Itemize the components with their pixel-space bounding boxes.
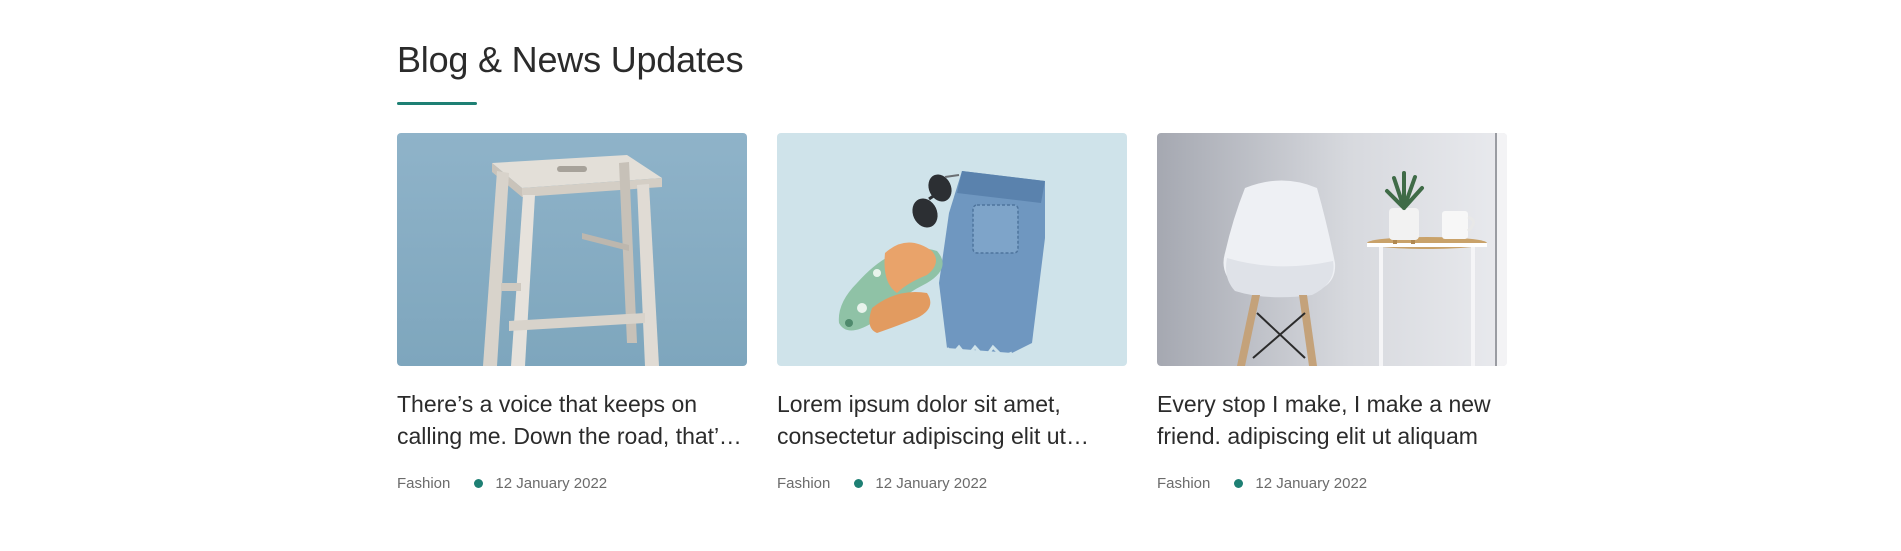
post-image-denim[interactable]	[777, 133, 1127, 366]
post-meta: Fashion 12 January 2022	[397, 475, 747, 492]
post-category[interactable]: Fashion	[397, 475, 450, 492]
post-category[interactable]: Fashion	[1157, 475, 1210, 492]
post-card: Every stop I make, I make a new friend. …	[1157, 133, 1507, 492]
post-meta: Fashion 12 January 2022	[1157, 475, 1507, 492]
post-title[interactable]: Lorem ipsum dolor sit amet, consectetur …	[777, 388, 1127, 452]
post-meta: Fashion 12 January 2022	[777, 475, 1127, 492]
post-image-chair[interactable]	[1157, 133, 1507, 366]
post-card: Lorem ipsum dolor sit amet, consectetur …	[777, 133, 1127, 492]
post-title[interactable]: There’s a voice that keeps on calling me…	[397, 388, 747, 452]
title-underline	[397, 102, 477, 105]
white-chair-image	[1157, 133, 1507, 366]
post-date: 12 January 2022	[1255, 475, 1368, 492]
post-title[interactable]: Every stop I make, I make a new friend. …	[1157, 388, 1507, 452]
post-date: 12 January 2022	[495, 475, 608, 492]
post-date: 12 January 2022	[875, 475, 988, 492]
section-title: Blog & News Updates	[397, 39, 744, 80]
meta-dot-icon	[1234, 479, 1244, 488]
stool-image	[397, 133, 747, 366]
post-category[interactable]: Fashion	[777, 475, 830, 492]
post-card: There’s a voice that keeps on calling me…	[397, 133, 747, 492]
post-image-stool[interactable]	[397, 133, 747, 366]
denim-shorts-image	[777, 133, 1127, 366]
blog-section: Blog & News Updates There’s a voice that…	[397, 38, 1507, 492]
meta-dot-icon	[474, 479, 484, 488]
meta-dot-icon	[854, 479, 864, 488]
posts-grid: There’s a voice that keeps on calling me…	[397, 133, 1507, 492]
